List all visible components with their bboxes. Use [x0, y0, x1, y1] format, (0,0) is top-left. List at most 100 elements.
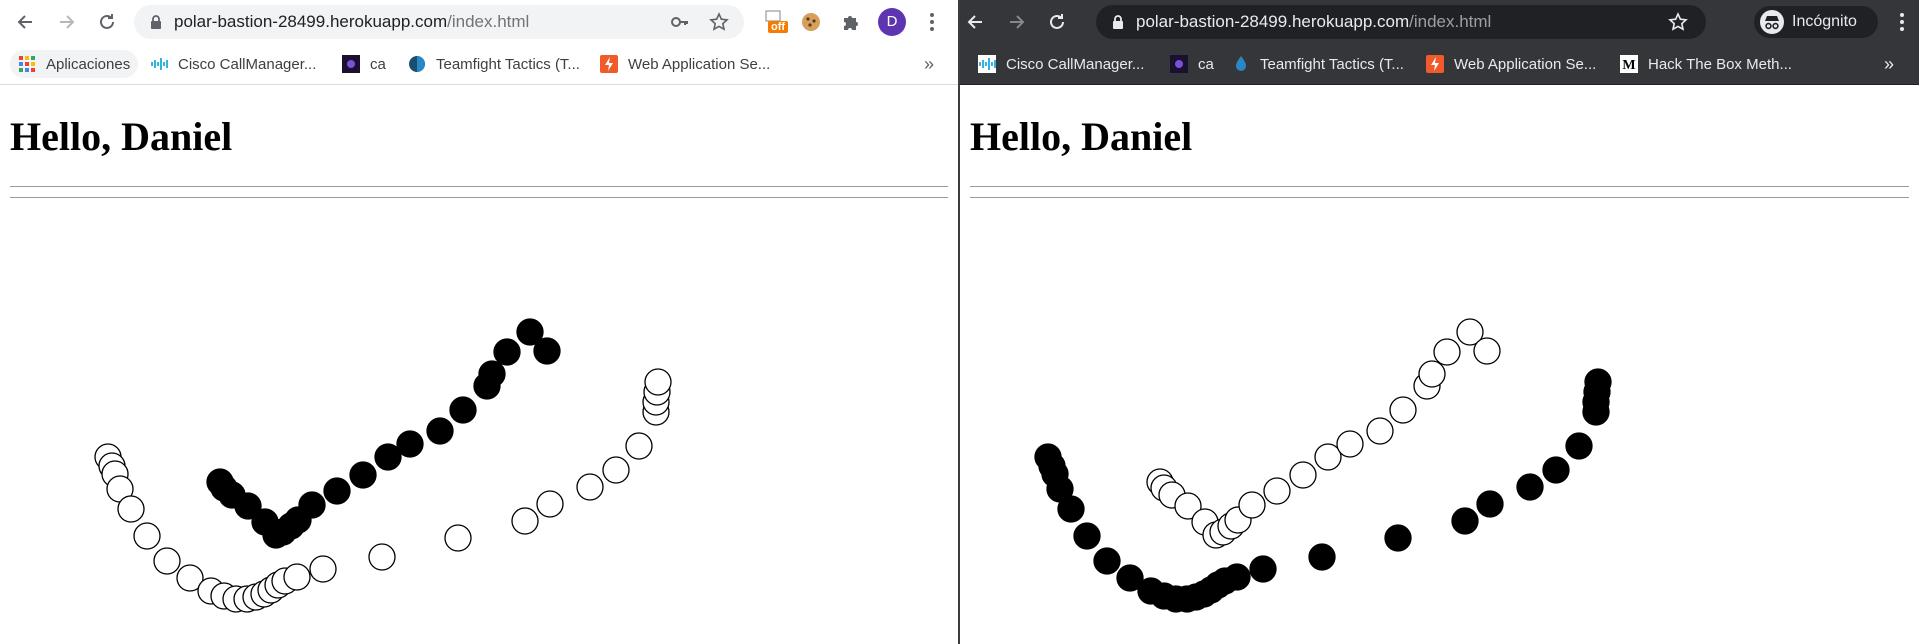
filled-circle [1451, 507, 1479, 535]
filled-circle [493, 338, 521, 366]
bookmark-webapp[interactable]: Web Application Se... [1426, 50, 1596, 78]
medium-icon: M [1620, 55, 1638, 73]
back-button[interactable] [962, 8, 990, 36]
bookmark-tft[interactable]: Teamfight Tactics (T... [1232, 50, 1404, 78]
address-bar[interactable]: polar-bastion-28499.herokuapp.com/index.… [1096, 5, 1706, 39]
extension-off-icon[interactable]: off [762, 9, 788, 35]
url-text: polar-bastion-28499.herokuapp.com/index.… [174, 12, 530, 31]
tft-icon [409, 56, 425, 72]
circles-canvas [94, 318, 672, 613]
star-icon[interactable] [709, 12, 729, 32]
apps-grid-icon [19, 56, 35, 72]
hollow-circle [511, 507, 539, 535]
bookmark-label: Teamfight Tactics (T... [1260, 55, 1404, 73]
hollow-circle [1433, 338, 1461, 366]
webapp-security-icon [600, 55, 618, 73]
bookmark-ca[interactable]: ca [342, 50, 386, 78]
bookmarks-bar: Cisco CallManager... ca Teamfight Tactic… [960, 44, 1919, 85]
circles-canvas [1034, 318, 1612, 613]
kebab-menu-icon[interactable] [1890, 10, 1914, 34]
cookie-icon[interactable] [798, 9, 824, 35]
filled-circle [349, 461, 377, 489]
filled-circle [533, 337, 561, 365]
url-text: polar-bastion-28499.herokuapp.com/index.… [1136, 12, 1492, 31]
filled-circle [449, 396, 477, 424]
hollow-circle [133, 522, 161, 550]
back-button[interactable] [12, 8, 40, 36]
bookmark-htb[interactable]: M Hack The Box Meth... [1620, 50, 1792, 78]
hollow-circle [625, 432, 653, 460]
bookmark-label: Web Application Se... [1454, 55, 1597, 73]
filled-circle [1308, 543, 1336, 571]
bookmark-label: Web Application Se... [628, 55, 771, 73]
hollow-circle [444, 524, 472, 552]
bookmark-label: Cisco CallManager... [178, 55, 317, 73]
bookmark-cisco[interactable]: Cisco CallManager... [978, 50, 1144, 78]
hollow-circle [602, 456, 630, 484]
svg-text:M: M [1622, 58, 1635, 73]
reload-button[interactable] [1043, 8, 1071, 36]
forward-button[interactable] [1002, 8, 1030, 36]
key-icon[interactable] [670, 12, 690, 32]
filled-circle [1542, 456, 1570, 484]
filled-circle [1516, 473, 1544, 501]
reload-icon [1050, 14, 1064, 29]
star-icon[interactable] [1668, 12, 1688, 32]
hollow-circle [1366, 417, 1394, 445]
kebab-menu-icon[interactable] [920, 10, 944, 34]
filled-circle [1565, 432, 1593, 460]
filled-circle [1476, 490, 1504, 518]
bookmark-label: Aplicaciones [46, 55, 131, 73]
hollow-circle [309, 555, 337, 583]
filled-circle [1057, 495, 1085, 523]
bookmark-label: Cisco CallManager... [1006, 55, 1145, 73]
bookmarks-overflow-button[interactable]: » [924, 50, 934, 78]
hollow-circle [1389, 396, 1417, 424]
arrow-right-icon [1010, 15, 1025, 29]
forward-button[interactable] [52, 8, 80, 36]
bookmarks-overflow-button[interactable]: » [1884, 50, 1894, 78]
hollow-circle [117, 495, 145, 523]
arrow-left-icon [967, 15, 982, 29]
bookmark-label: ca [1198, 55, 1214, 73]
bookmark-apps[interactable]: Aplicaciones [10, 50, 139, 78]
hollow-circle [153, 547, 181, 575]
address-bar[interactable]: polar-bastion-28499.herokuapp.com/index.… [134, 5, 744, 39]
hollow-circle [536, 490, 564, 518]
hollow-circle [576, 473, 604, 501]
browser-toolbar: polar-bastion-28499.herokuapp.com/index.… [0, 0, 958, 44]
webapp-security-icon [1426, 55, 1444, 73]
bookmark-tft[interactable]: Teamfight Tactics (T... [408, 50, 580, 78]
hollow-circle [1418, 360, 1446, 388]
bookmark-webapp[interactable]: Web Application Se... [600, 50, 770, 78]
filled-circle [478, 360, 506, 388]
profile-avatar[interactable]: D [878, 8, 906, 36]
incognito-icon [1760, 10, 1784, 34]
bookmark-label: ca [370, 55, 386, 73]
cisco-icon [978, 55, 996, 73]
ca-favicon [1170, 55, 1188, 73]
page-content: Hello, Daniel [960, 85, 1919, 644]
filled-circle [396, 430, 424, 458]
bookmark-label: Teamfight Tactics (T... [436, 55, 580, 73]
bookmark-ca[interactable]: ca [1170, 50, 1214, 78]
arrow-left-icon [17, 15, 32, 29]
reload-button[interactable] [93, 8, 121, 36]
extension-badge: off [771, 21, 786, 33]
filled-circle [1384, 524, 1412, 552]
hollow-circle [644, 368, 672, 396]
filled-circle [298, 491, 326, 519]
hollow-circle [1336, 430, 1364, 458]
cisco-icon [151, 58, 168, 70]
hollow-circle [368, 543, 396, 571]
incognito-indicator[interactable]: Incógnito [1754, 6, 1878, 38]
bookmark-cisco[interactable]: Cisco CallManager... [150, 50, 316, 78]
hollow-circle [1289, 461, 1317, 489]
puzzle-icon[interactable] [838, 9, 864, 35]
filled-circle [323, 477, 351, 505]
filled-circle [1584, 368, 1612, 396]
reload-icon [100, 14, 114, 29]
incognito-label: Incógnito [1792, 13, 1857, 30]
tft-icon [1236, 56, 1246, 71]
hollow-circle [1238, 491, 1266, 519]
